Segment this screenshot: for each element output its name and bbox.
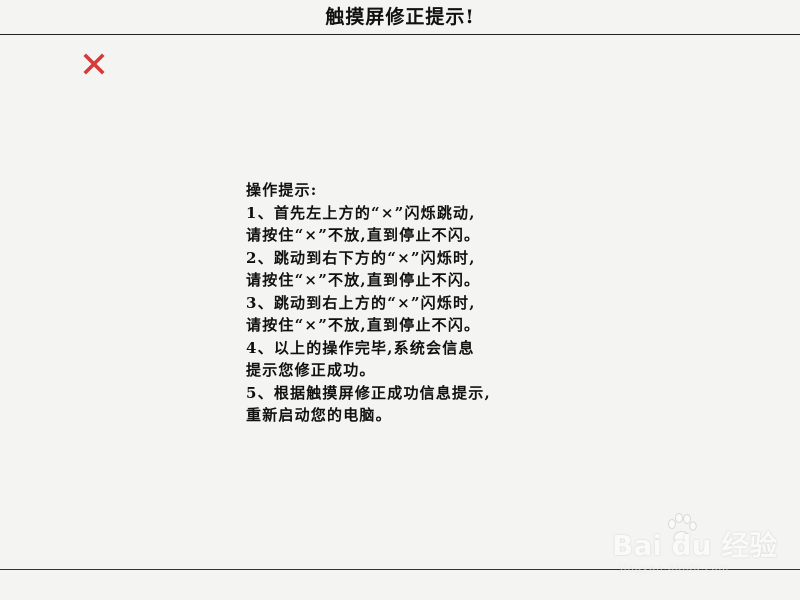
instruction-line: 提示您修正成功。 (246, 361, 376, 379)
instruction-line: 1、首先左上方的“×”闪烁跳动, (246, 203, 476, 222)
instruction-line: 4、以上的操作完毕,系统会信息 (246, 338, 475, 357)
title-bar: 触摸屏修正提示! (0, 0, 800, 35)
instruction-line: 2、跳动到右下方的“×”闪烁时, (246, 248, 476, 267)
touchscreen-calibration-screen: 触摸屏修正提示! 操作提示: 1、首先左上方的“×”闪烁跳动, 请按住“×”不放… (0, 0, 800, 600)
calibration-target-x-icon[interactable] (82, 52, 106, 76)
instruction-line: 请按住“×”不放,直到停止不闪。 (246, 271, 481, 289)
watermark-url: jingyan.baidu.com (620, 563, 730, 574)
watermark-brand: Bai du 经验 (612, 529, 778, 562)
instruction-line: 3、跳动到右上方的“×”闪烁时, (246, 293, 476, 312)
instruction-line: 重新启动您的电脑。 (246, 406, 392, 424)
instructions-heading: 操作提示: (246, 181, 318, 199)
instruction-line: 请按住“×”不放,直到停止不闪。 (246, 226, 481, 244)
page-title: 触摸屏修正提示! (325, 5, 475, 28)
baidu-jingyan-watermark: Bai du 经验 jingyan.baidu.com (612, 512, 777, 580)
close-x-icon (83, 53, 105, 75)
instruction-line: 请按住“×”不放,直到停止不闪。 (246, 316, 481, 334)
instruction-line: 5、根据触摸屏修正成功信息提示, (246, 383, 491, 402)
instructions-block: 操作提示: 1、首先左上方的“×”闪烁跳动, 请按住“×”不放,直到停止不闪。 … (246, 179, 586, 427)
